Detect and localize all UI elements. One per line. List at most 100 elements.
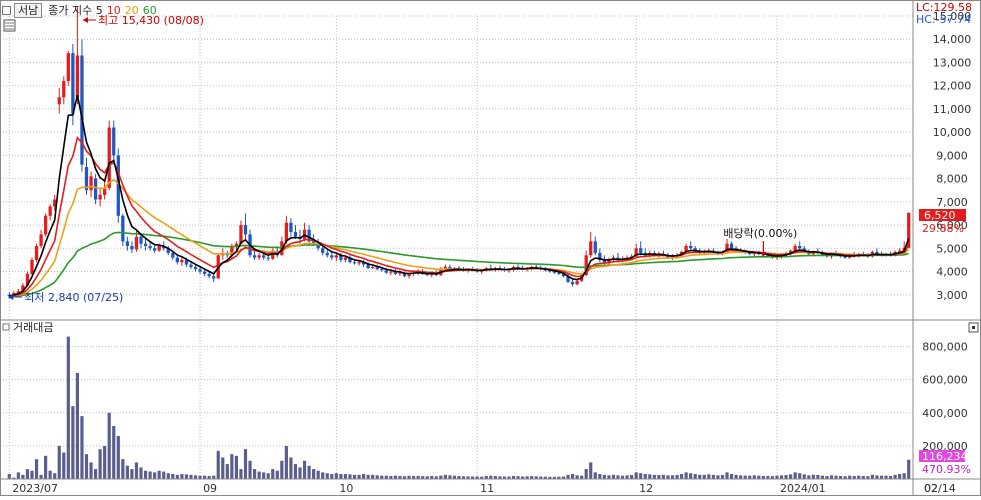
volume-bar bbox=[870, 474, 874, 479]
volume-bar bbox=[716, 475, 720, 479]
volume-bar bbox=[811, 474, 815, 479]
candle-body bbox=[66, 53, 70, 82]
candle-body bbox=[202, 271, 207, 274]
ma60-line bbox=[9, 231, 909, 297]
price-tick-label: 3,000 bbox=[936, 289, 968, 302]
candle-body bbox=[352, 262, 357, 264]
candle-body bbox=[48, 206, 52, 216]
volume-bar bbox=[739, 475, 743, 479]
volume-bar bbox=[139, 467, 143, 479]
candle-body bbox=[98, 194, 102, 200]
candle-body bbox=[198, 269, 202, 272]
volume-bar bbox=[330, 474, 334, 479]
last-price-change: 29.88% bbox=[922, 222, 964, 235]
volume-bar bbox=[898, 474, 902, 479]
hc-value: HC:-57.74 bbox=[916, 13, 972, 26]
volume-bar bbox=[98, 449, 102, 479]
volume-bar bbox=[193, 475, 198, 479]
volume-bar bbox=[302, 460, 307, 479]
volume-bar bbox=[30, 470, 34, 479]
volume-bar bbox=[44, 455, 48, 479]
volume-bar bbox=[284, 445, 288, 479]
volume-bar bbox=[357, 474, 361, 479]
candle-body bbox=[30, 259, 34, 274]
volume-bar bbox=[25, 469, 30, 479]
candle-body bbox=[171, 252, 175, 258]
price-tick-label: 13,000 bbox=[933, 56, 972, 69]
volume-bar bbox=[221, 457, 225, 479]
date-tick-label: 2024/01 bbox=[780, 482, 826, 495]
volume-bar bbox=[607, 475, 611, 479]
volume-bar bbox=[225, 464, 229, 479]
volume-bar bbox=[602, 474, 606, 479]
volume-bar bbox=[93, 469, 98, 479]
volume-bar bbox=[143, 470, 148, 479]
candle-body bbox=[289, 222, 293, 233]
volume-bar bbox=[266, 473, 270, 479]
indicator-label: 종가 지수 5 bbox=[48, 4, 103, 17]
volume-bar bbox=[634, 472, 638, 479]
volume-bar bbox=[807, 475, 811, 479]
candle-body bbox=[121, 215, 125, 242]
candle-body bbox=[148, 245, 152, 249]
volume-bar bbox=[280, 460, 284, 479]
volume-bar bbox=[343, 474, 348, 479]
candle-body bbox=[389, 271, 393, 273]
volume-bar bbox=[616, 475, 620, 479]
last-volume-label: 116,234 bbox=[922, 450, 968, 463]
volume-bar bbox=[275, 470, 279, 479]
volume-bar bbox=[166, 473, 170, 479]
volume-bar bbox=[639, 473, 643, 479]
candle-body bbox=[62, 81, 66, 98]
price-tick-label: 14,000 bbox=[933, 33, 972, 46]
candle-body bbox=[125, 241, 130, 246]
price-tick-label: 12,000 bbox=[933, 80, 972, 93]
price-tick-label: 10,000 bbox=[933, 126, 972, 139]
volume-bar bbox=[598, 474, 602, 479]
volume-bar bbox=[729, 474, 734, 479]
volume-bar bbox=[257, 471, 261, 479]
candle-body bbox=[130, 245, 134, 250]
candle-body bbox=[175, 257, 179, 263]
candle-body bbox=[330, 255, 334, 258]
volume-bar bbox=[134, 462, 139, 479]
volume-bar bbox=[184, 474, 189, 479]
candle-body bbox=[357, 262, 361, 264]
volume-bar bbox=[80, 416, 84, 479]
volume-bar bbox=[271, 469, 275, 479]
volume-bar bbox=[630, 475, 634, 479]
candle-body bbox=[589, 241, 593, 256]
volume-bar bbox=[752, 475, 756, 479]
candle-body bbox=[134, 236, 139, 250]
stock-name[interactable]: 서남 bbox=[14, 2, 43, 18]
annotations: 최고 15,430 (08/08)최저 2,840 (07/25)배당락(0.0… bbox=[2, 14, 971, 476]
volume-bar bbox=[103, 445, 107, 479]
candle-body bbox=[112, 127, 116, 156]
ma20-label: 20 bbox=[124, 3, 139, 17]
volume-bar bbox=[584, 469, 588, 479]
volume-bar bbox=[339, 474, 343, 479]
price-tick-label: 4,000 bbox=[936, 266, 968, 279]
volume-bar bbox=[443, 474, 447, 479]
volume-bars bbox=[7, 336, 911, 479]
volume-bar bbox=[66, 336, 70, 479]
price-tick-label: 8,000 bbox=[936, 173, 968, 186]
candle-body bbox=[729, 243, 734, 249]
volume-bar bbox=[243, 449, 248, 479]
candle-body bbox=[43, 215, 48, 235]
volume-checkbox-icon bbox=[2, 323, 10, 331]
candle-body bbox=[293, 232, 298, 237]
volume-bar bbox=[366, 474, 370, 479]
volume-bar bbox=[680, 474, 684, 479]
volume-bar bbox=[130, 469, 134, 479]
volume-bar bbox=[157, 470, 161, 479]
volume-bar bbox=[39, 474, 43, 479]
volume-bar bbox=[698, 474, 702, 479]
volume-bar bbox=[293, 464, 298, 479]
checkbox-icon[interactable] bbox=[2, 5, 11, 15]
volume-bar bbox=[648, 474, 652, 479]
date-tick-label: 02/14 bbox=[924, 482, 956, 495]
volume-tick-label: 800,000 bbox=[922, 341, 968, 354]
volume-bar bbox=[707, 474, 711, 479]
candle-body bbox=[212, 276, 216, 279]
